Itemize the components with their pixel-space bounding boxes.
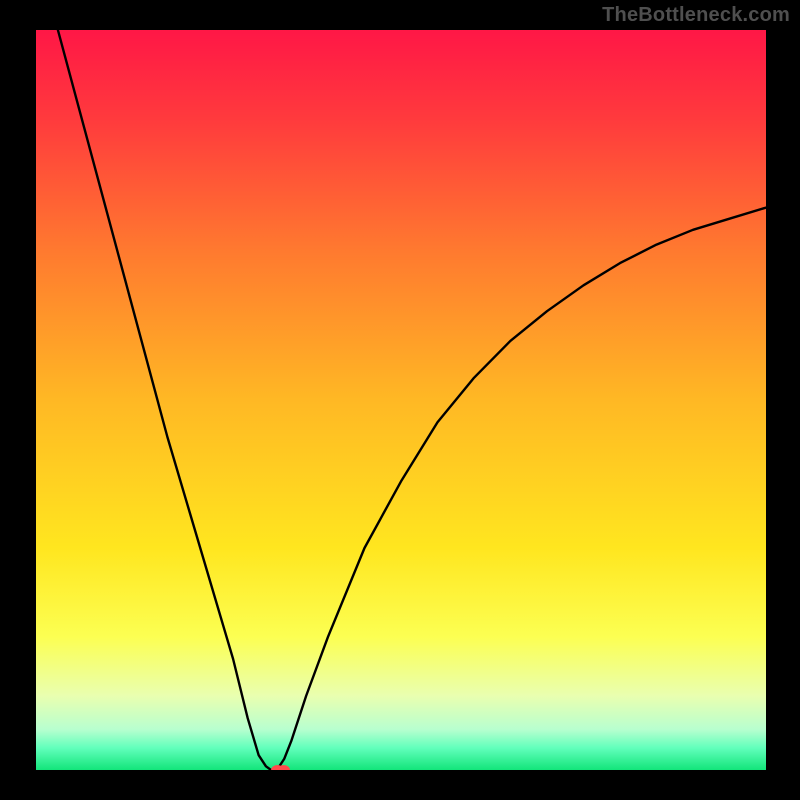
- bottleneck-chart: [36, 30, 766, 770]
- chart-frame: TheBottleneck.com: [0, 0, 800, 800]
- watermark-text: TheBottleneck.com: [602, 4, 790, 27]
- plot-background: [36, 30, 766, 770]
